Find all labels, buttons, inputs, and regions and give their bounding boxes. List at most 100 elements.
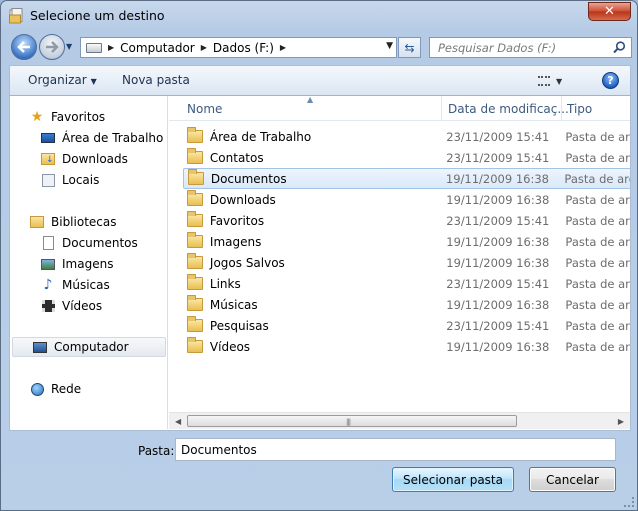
file-row[interactable]: Área de Trabalho 23/11/2009 15:41 Pasta de… <box>183 126 630 147</box>
dialog-title: Selecione um destino <box>30 8 165 23</box>
file-row[interactable]: Links 23/11/2009 15:41 Pasta de arq <box>183 273 630 294</box>
file-name: Documentos <box>210 171 287 186</box>
file-type: Pasta de arq <box>565 255 630 270</box>
close-icon: ✕ <box>604 4 615 19</box>
column-header-row: ▲ Nome Data de modificaç... Tipo <box>169 96 630 121</box>
folder-icon <box>187 211 203 227</box>
file-name: Downloads <box>209 192 276 207</box>
help-icon: ? <box>607 74 614 87</box>
star-icon: ★ <box>30 109 44 125</box>
nav-computer[interactable]: Computador <box>12 337 166 357</box>
folder-icon <box>187 337 203 353</box>
breadcrumb-drive[interactable]: Dados (F:) <box>213 41 274 55</box>
file-type: Pasta de arq <box>565 339 630 354</box>
organize-menu-button[interactable]: Organizar ▼ <box>28 73 97 87</box>
folder-icon <box>187 148 203 164</box>
file-list-pane[interactable]: ▲ Nome Data de modificaç... Tipo Área de… <box>169 96 630 429</box>
pictures-icon <box>40 256 56 272</box>
close-button[interactable]: ✕ <box>588 2 631 21</box>
chevron-right-icon[interactable]: ▶ <box>201 43 207 52</box>
file-date: 23/11/2009 15:41 <box>446 276 550 291</box>
nav-network[interactable]: Rede <box>10 379 168 399</box>
file-row[interactable]: Pesquisas 23/11/2009 15:41 Pasta de arq <box>183 315 630 336</box>
nav-label: Downloads <box>62 152 128 166</box>
nav-item-pictures[interactable]: Imagens <box>10 254 168 274</box>
dialog-window: Selecione um destino ✕ ▼ ▶ Computador ▶ … <box>0 0 638 511</box>
chevron-right-icon[interactable]: ▶ <box>108 43 114 52</box>
documents-icon <box>40 235 56 251</box>
title-bar[interactable]: Selecione um destino ✕ <box>1 1 637 31</box>
address-bar[interactable]: ▶ Computador ▶ Dados (F:) ▶ ▼ <box>80 37 397 58</box>
folder-name-field[interactable] <box>175 438 616 461</box>
file-date: 23/11/2009 15:41 <box>446 213 550 228</box>
forward-button[interactable] <box>39 34 65 60</box>
nav-item-recent-places[interactable]: Locais <box>10 170 168 190</box>
folder-icon <box>187 253 203 269</box>
nav-label: Favoritos <box>51 110 106 124</box>
nav-item-videos[interactable]: Vídeos <box>10 296 168 316</box>
new-folder-button[interactable]: Nova pasta <box>122 73 190 87</box>
film-strip-icon <box>40 298 56 314</box>
sort-ascending-icon: ▲ <box>307 96 314 104</box>
folder-icon <box>187 190 203 206</box>
nav-item-music[interactable]: ♪ Músicas <box>10 275 168 295</box>
column-header-date[interactable]: Data de modificaç... <box>448 102 569 116</box>
file-row[interactable]: Favoritos 23/11/2009 15:41 Pasta de arq <box>183 210 630 231</box>
file-name: Área de Trabalho <box>209 129 312 144</box>
scroll-right-icon[interactable]: ▶ <box>618 417 624 426</box>
network-globe-icon <box>29 381 45 397</box>
nav-label: Imagens <box>62 257 114 271</box>
nav-item-desktop[interactable]: Área de Trabalho <box>10 128 168 148</box>
cancel-button[interactable]: Cancelar <box>529 467 616 492</box>
nav-item-documents[interactable]: Documentos <box>10 233 168 253</box>
folder-icon <box>187 274 203 290</box>
file-row[interactable]: Documentos 19/11/2009 16:38 Pasta de arq <box>183 168 630 189</box>
column-header-name[interactable]: Nome <box>187 102 222 116</box>
refresh-button[interactable]: ⇆ <box>398 37 421 58</box>
file-type: Pasta de arq <box>565 129 630 144</box>
file-date: 19/11/2009 16:38 <box>446 297 550 312</box>
view-list-icon <box>538 76 550 86</box>
search-input[interactable] <box>438 40 618 55</box>
file-name: Pesquisas <box>209 318 269 333</box>
scrollbar-thumb[interactable]: ||| <box>187 415 517 427</box>
file-type: Pasta de arq <box>565 213 630 228</box>
resize-grip-icon[interactable] <box>624 497 634 507</box>
scroll-left-icon[interactable]: ◀ <box>175 417 181 426</box>
select-folder-button[interactable]: Selecionar pasta <box>392 467 514 492</box>
file-row[interactable]: Vídeos 19/11/2009 16:38 Pasta de arq <box>183 336 630 357</box>
nav-favorites[interactable]: ★ Favoritos <box>10 107 168 127</box>
file-name: Imagens <box>209 234 262 249</box>
file-row[interactable]: Jogos Salvos 19/11/2009 16:38 Pasta de arq <box>183 252 630 273</box>
file-date: 19/11/2009 16:38 <box>446 192 550 207</box>
horizontal-scrollbar[interactable]: ◀ ||| ▶ <box>169 412 630 429</box>
column-header-type[interactable]: Tipo <box>567 102 592 116</box>
file-name: Links <box>209 276 241 291</box>
computer-icon <box>32 339 48 355</box>
change-view-button[interactable]: ▼ <box>538 74 570 88</box>
search-box[interactable] <box>429 37 632 58</box>
file-row[interactable]: Imagens 19/11/2009 16:38 Pasta de arq <box>183 231 630 252</box>
back-button[interactable] <box>11 34 37 60</box>
column-divider[interactable] <box>441 96 442 120</box>
file-row[interactable]: Downloads 19/11/2009 16:38 Pasta de arq <box>183 189 630 210</box>
file-row[interactable]: Contatos 23/11/2009 15:41 Pasta de arq <box>183 147 630 168</box>
file-row[interactable]: Músicas 19/11/2009 16:38 Pasta de arq <box>183 294 630 315</box>
chevron-down-icon[interactable]: ▼ <box>386 41 393 51</box>
help-button[interactable]: ? <box>602 72 619 89</box>
search-icon[interactable] <box>613 41 626 54</box>
nav-libraries[interactable]: Bibliotecas <box>10 212 168 232</box>
chevron-right-icon[interactable]: ▶ <box>280 43 286 52</box>
breadcrumb-computer[interactable]: Computador <box>120 41 195 55</box>
file-date: 23/11/2009 15:41 <box>446 318 550 333</box>
nav-item-downloads[interactable]: ↓ Downloads <box>10 149 168 169</box>
file-type: Pasta de arq <box>565 192 630 207</box>
navigation-pane[interactable]: ★ Favoritos Área de Trabalho ↓ Downloads… <box>10 96 168 429</box>
recent-pages-dropdown[interactable]: ▼ <box>66 42 76 52</box>
column-divider[interactable] <box>561 96 562 120</box>
file-type: Pasta de arq <box>565 297 630 312</box>
nav-label: Computador <box>54 340 129 354</box>
file-name: Contatos <box>209 150 264 165</box>
file-type: Pasta de arq <box>565 150 630 165</box>
chevron-down-icon: ▼ <box>90 77 97 86</box>
